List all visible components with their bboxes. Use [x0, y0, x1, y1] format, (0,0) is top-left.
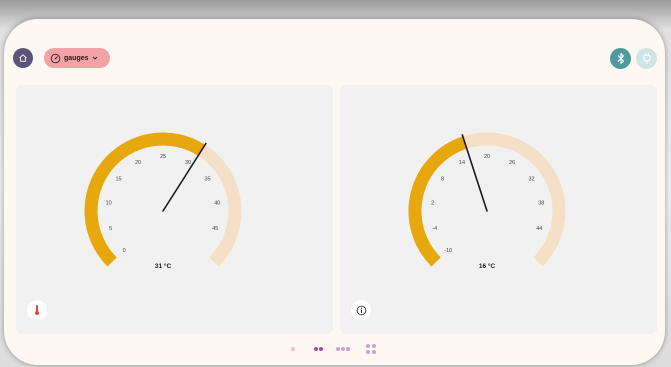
- gauge-tick-label: 10: [106, 200, 112, 206]
- page-indicator: [286, 342, 382, 356]
- page-dot-1[interactable]: [291, 347, 295, 351]
- info-icon: [356, 305, 366, 315]
- gauge-tick-label: 32: [528, 177, 534, 183]
- gauge-tick-label: 20: [484, 154, 490, 160]
- info-button[interactable]: [351, 300, 371, 320]
- gauge-tick-label: 8: [441, 177, 444, 183]
- gauge-needle: [162, 142, 207, 212]
- bluetooth-button[interactable]: [610, 48, 631, 69]
- dropdown-label: gauges: [64, 54, 89, 62]
- gauge-tick-label: 15: [115, 177, 121, 183]
- gauge-tick-label: -4: [432, 226, 437, 232]
- usb-button[interactable]: [636, 48, 657, 69]
- bluetooth-icon: [617, 52, 624, 65]
- gauge-value-label: 16 °C: [479, 262, 496, 270]
- gauge-tick-label: -10: [444, 248, 452, 254]
- gauge-tick-label: 2: [431, 200, 434, 206]
- home-icon: [19, 54, 27, 62]
- gauge-tick-label: 38: [538, 200, 544, 206]
- gauge-dial: 0 5 10 15 20 25 30 35 40 45 31 °C: [84, 132, 242, 270]
- gauge-tick-label: 14: [459, 160, 465, 166]
- gauge-tick-label: 26: [509, 160, 515, 166]
- gauge-value-arc: [408, 136, 467, 267]
- page-dot-3[interactable]: [336, 347, 340, 351]
- chevron-down-icon: [92, 56, 97, 60]
- gauge-tick-label: 0: [123, 248, 126, 254]
- gauge-tick-label: 30: [185, 160, 191, 166]
- usb-plug-icon: [643, 53, 650, 64]
- gauge-tick-label: 35: [204, 177, 210, 183]
- gauge-card-right: -10 -4 2 8 14 20 26 32 38 44 16 °C: [340, 85, 657, 334]
- page-dot-2[interactable]: [314, 347, 318, 351]
- gauge-tick-label: 20: [135, 160, 141, 166]
- gauge-tick-label: 5: [109, 226, 112, 232]
- gauge-tick-label: 44: [536, 226, 542, 232]
- gauge-dial: -10 -4 2 8 14 20 26 32 38 44 16 °C: [408, 132, 566, 270]
- gauge-tick-label: 25: [160, 154, 166, 160]
- thermometer-button[interactable]: [27, 300, 47, 320]
- gauge-icon: [50, 53, 61, 63]
- gauge-card-left: 0 5 10 15 20 25 30 35 40 45 31 °C: [16, 85, 333, 334]
- gauge-tick-label: 40: [214, 200, 220, 206]
- thermometer-icon: [35, 305, 39, 315]
- app-screen: gauges 0 5 10 15 20 25 30 35 40 45 31 °C -10 -4 2 8 14…: [4, 19, 665, 365]
- gauges-dropdown[interactable]: gauges: [44, 48, 110, 68]
- home-button[interactable]: [13, 48, 33, 68]
- gauge-tick-label: 45: [212, 226, 218, 232]
- page-dot-4[interactable]: [366, 344, 370, 348]
- gauge-value-label: 31 °C: [155, 262, 172, 270]
